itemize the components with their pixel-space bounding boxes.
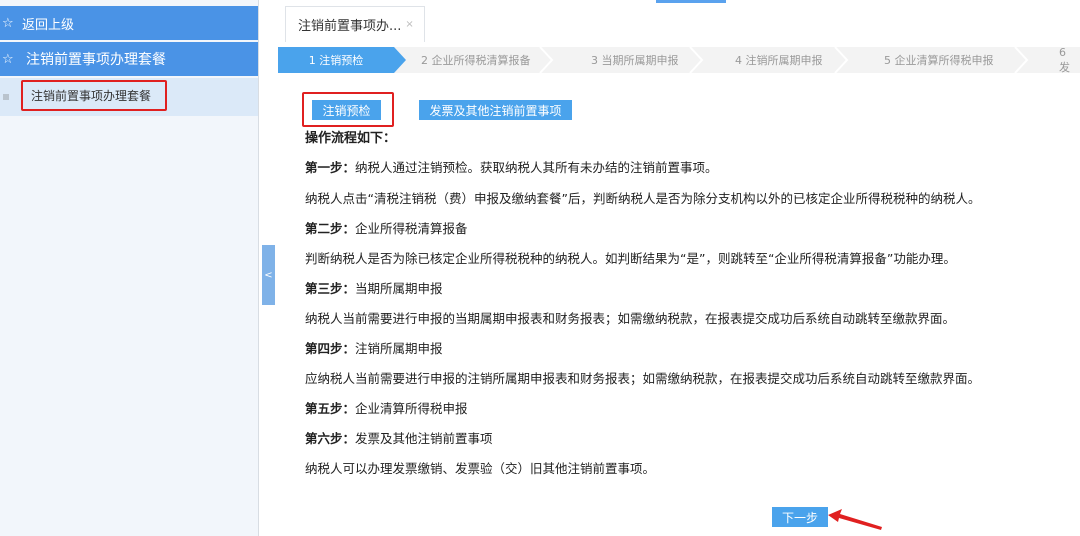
paragraph-6: 纳税人可以办理发票缴销、发票验（交）旧其他注销前置事项。 — [305, 461, 656, 476]
step-progress-bar: 1 注销预检 2 企业所得税清算报备 3 当期所属期申报 4 注销所属期申报 5… — [278, 47, 1080, 73]
step-arrow-icon — [394, 47, 406, 73]
step-5[interactable]: 5 企业清算所得税申报 — [884, 47, 994, 73]
bullet-icon — [3, 94, 9, 100]
step-4[interactable]: 4 注销所属期申报 — [735, 47, 823, 73]
step-separator-icon — [539, 47, 554, 73]
sidebar: ☆ 返回上级 ☆ 注销前置事项办理套餐 注销前置事项办理套餐 — [0, 0, 259, 536]
tab-label: 注销前置事项办... — [298, 19, 402, 34]
tab-package[interactable]: 注销前置事项办... × — [285, 6, 425, 42]
paragraph-4: 应纳税人当前需要进行申报的注销所属期申报表和财务报表；如需缴纳税款，在报表提交成… — [305, 371, 981, 386]
paragraph-2: 判断纳税人是否为除已核定企业所得税税种的纳税人。如判断结果为“是”，则跳转至“企… — [305, 251, 956, 266]
back-button[interactable]: ☆ 返回上级 — [0, 6, 258, 40]
step-2[interactable]: 2 企业所得税清算报备 — [421, 47, 531, 73]
star-icon: ☆ — [2, 51, 14, 67]
close-icon[interactable]: × — [405, 19, 413, 30]
invoice-button[interactable]: 发票及其他注销前置事项 — [419, 100, 572, 120]
content-heading: 操作流程如下： — [305, 131, 397, 146]
step3-line: 第三步：当期所属期申报 — [305, 281, 443, 296]
step5-line: 第五步：企业清算所得税申报 — [305, 401, 468, 416]
sidebar-subitem-package[interactable]: 注销前置事项办理套餐 — [0, 78, 258, 116]
paragraph-1: 纳税人点击“清税注销税（费）申报及缴纳套餐”后，判断纳税人是否为除分支机构以外的… — [305, 191, 981, 206]
step2-line: 第二步：企业所得税清算报备 — [305, 221, 468, 236]
step4-line: 第四步：注销所属期申报 — [305, 341, 443, 356]
subitem-label: 注销前置事项办理套餐 — [31, 89, 152, 103]
back-label: 返回上级 — [22, 17, 75, 33]
step-separator-icon — [1014, 47, 1029, 73]
step-separator-icon — [689, 47, 704, 73]
red-arrow-icon — [828, 509, 882, 530]
step-6[interactable]: 6 发 — [1059, 47, 1080, 73]
tab-bar: 注销前置事项办... × — [285, 0, 1080, 42]
star-icon: ☆ — [2, 15, 14, 31]
next-step-button[interactable]: 下一步 — [772, 507, 828, 527]
package-label: 注销前置事项办理套餐 — [26, 52, 166, 68]
highlight-box: 注销前置事项办理套餐 — [21, 80, 167, 111]
step-1[interactable]: 1 注销预检 — [278, 47, 394, 73]
chevron-left-icon: < — [264, 269, 273, 281]
collapse-sidebar-button[interactable]: < — [262, 245, 275, 305]
step1-line: 第一步：纳税人通过注销预检。获取纳税人其所有未办结的注销前置事项。 — [305, 160, 718, 175]
step-separator-icon — [834, 47, 849, 73]
step6-line: 第六步：发票及其他注销前置事项 — [305, 431, 493, 446]
precheck-button[interactable]: 注销预检 — [312, 100, 381, 120]
paragraph-3: 纳税人当前需要进行申报的当期属期申报表和财务报表；如需缴纳税款，在报表提交成功后… — [305, 311, 956, 326]
step-3[interactable]: 3 当期所属期申报 — [591, 47, 679, 73]
sidebar-item-package[interactable]: ☆ 注销前置事项办理套餐 — [0, 42, 258, 76]
